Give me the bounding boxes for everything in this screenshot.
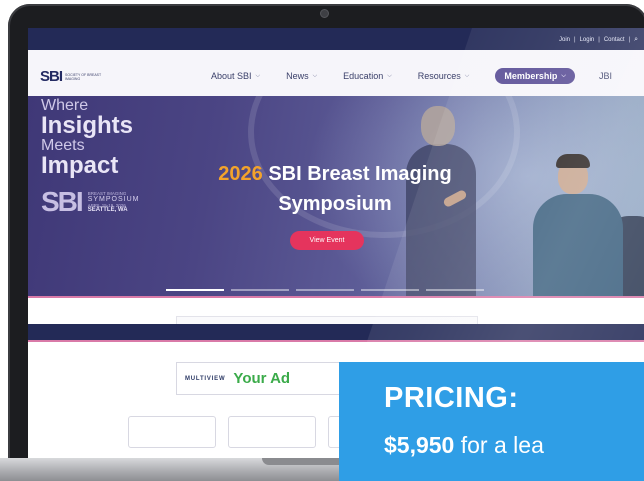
utility-bar: Join | Login | Contact | ⌕: [28, 28, 644, 50]
membership-label: Membership: [504, 71, 558, 81]
pricing-amount: $5,950: [384, 432, 455, 458]
attendee-hair: [556, 154, 590, 168]
nav-item-about-sbi[interactable]: About SBI ⌵: [211, 71, 260, 81]
ad-headline: Your Ad: [233, 370, 291, 387]
separator: |: [628, 37, 631, 43]
nav-menu: About SBI ⌵ News ⌵ Education ⌵ Resources…: [211, 68, 638, 84]
contact-link[interactable]: Contact: [604, 37, 625, 43]
nav-item-education[interactable]: Education ⌵: [343, 71, 392, 81]
hero-headline: 2026 SBI Breast Imaging Symposium: [170, 159, 500, 219]
carousel-indicator[interactable]: [296, 289, 354, 291]
symposium-logo-mark: SBI: [41, 186, 84, 217]
sbi-logo[interactable]: SBI SOCIETY OF BREAST IMAGING: [40, 68, 105, 85]
attendee-figure: [533, 194, 623, 298]
feature-card[interactable]: [228, 416, 316, 448]
nav-label: About SBI: [211, 71, 252, 81]
webcam-icon: [320, 9, 329, 18]
headline-title-line2: Symposium: [278, 193, 392, 215]
utility-links: Join | Login | Contact | ⌕: [559, 36, 638, 44]
ad-logo: MULTIVIEW: [185, 375, 226, 382]
join-link[interactable]: Join: [559, 37, 570, 43]
pricing-suffix: for a lea: [460, 432, 544, 458]
pricing-overlay: PRICING: $5,950 for a lea: [339, 362, 644, 481]
nav-item-jbi[interactable]: JBI: [599, 71, 612, 81]
symposium-logo: SBI BREAST IMAGING SYMPOSIUM APRIL 15-19…: [41, 186, 139, 218]
separator: |: [598, 37, 600, 43]
separator: |: [574, 37, 576, 43]
symposium-details: BREAST IMAGING SYMPOSIUM APRIL 15-19, 20…: [88, 191, 140, 214]
nav-item-news[interactable]: News ⌵: [286, 71, 317, 81]
pricing-line: $5,950 for a lea: [384, 432, 544, 459]
membership-button[interactable]: Membership ⌵: [495, 68, 575, 84]
pricing-title: PRICING:: [384, 382, 519, 414]
tagline-impact: Impact: [41, 152, 119, 179]
view-event-button[interactable]: View Event: [290, 231, 364, 250]
speaker-head: [421, 106, 455, 146]
logo-text: SOCIETY OF BREAST IMAGING: [65, 72, 102, 81]
logo-mark: SBI: [40, 68, 63, 85]
nav-label: Education: [343, 71, 384, 81]
symposium-branding: Where Insights Meets Impact SBI BREAST I…: [41, 98, 139, 218]
chevron-down-icon: ⌵: [464, 72, 470, 79]
chevron-down-icon: ⌵: [312, 72, 318, 79]
feature-card[interactable]: [128, 416, 216, 448]
nav-label: News: [286, 71, 309, 81]
nav-label: JBI: [598, 71, 612, 81]
carousel-indicators: [166, 289, 484, 291]
carousel-indicator[interactable]: [426, 289, 484, 291]
hero-banner: Where Insights Meets Impact SBI BREAST I…: [28, 96, 644, 298]
symposium-city: SEATTLE, WA: [87, 207, 128, 214]
chevron-down-icon: ⌵: [387, 72, 392, 79]
symposium-line2: SYMPOSIUM: [87, 195, 140, 203]
headline-year: 2026: [218, 163, 263, 185]
nav-item-resources[interactable]: Resources ⌵: [418, 71, 470, 81]
carousel-indicator[interactable]: [231, 289, 289, 291]
carousel-indicator[interactable]: [361, 289, 419, 291]
login-link[interactable]: Login: [580, 37, 595, 43]
nav-label: Resources: [417, 71, 461, 81]
tagline-insights: Insights: [41, 112, 134, 139]
search-icon[interactable]: ⌕: [634, 36, 638, 44]
chevron-down-icon: ⌵: [561, 72, 566, 79]
chevron-down-icon: ⌵: [255, 72, 261, 79]
headline-title: SBI Breast Imaging: [268, 163, 452, 185]
footer-band: [28, 324, 644, 342]
carousel-indicator[interactable]: [166, 289, 224, 291]
